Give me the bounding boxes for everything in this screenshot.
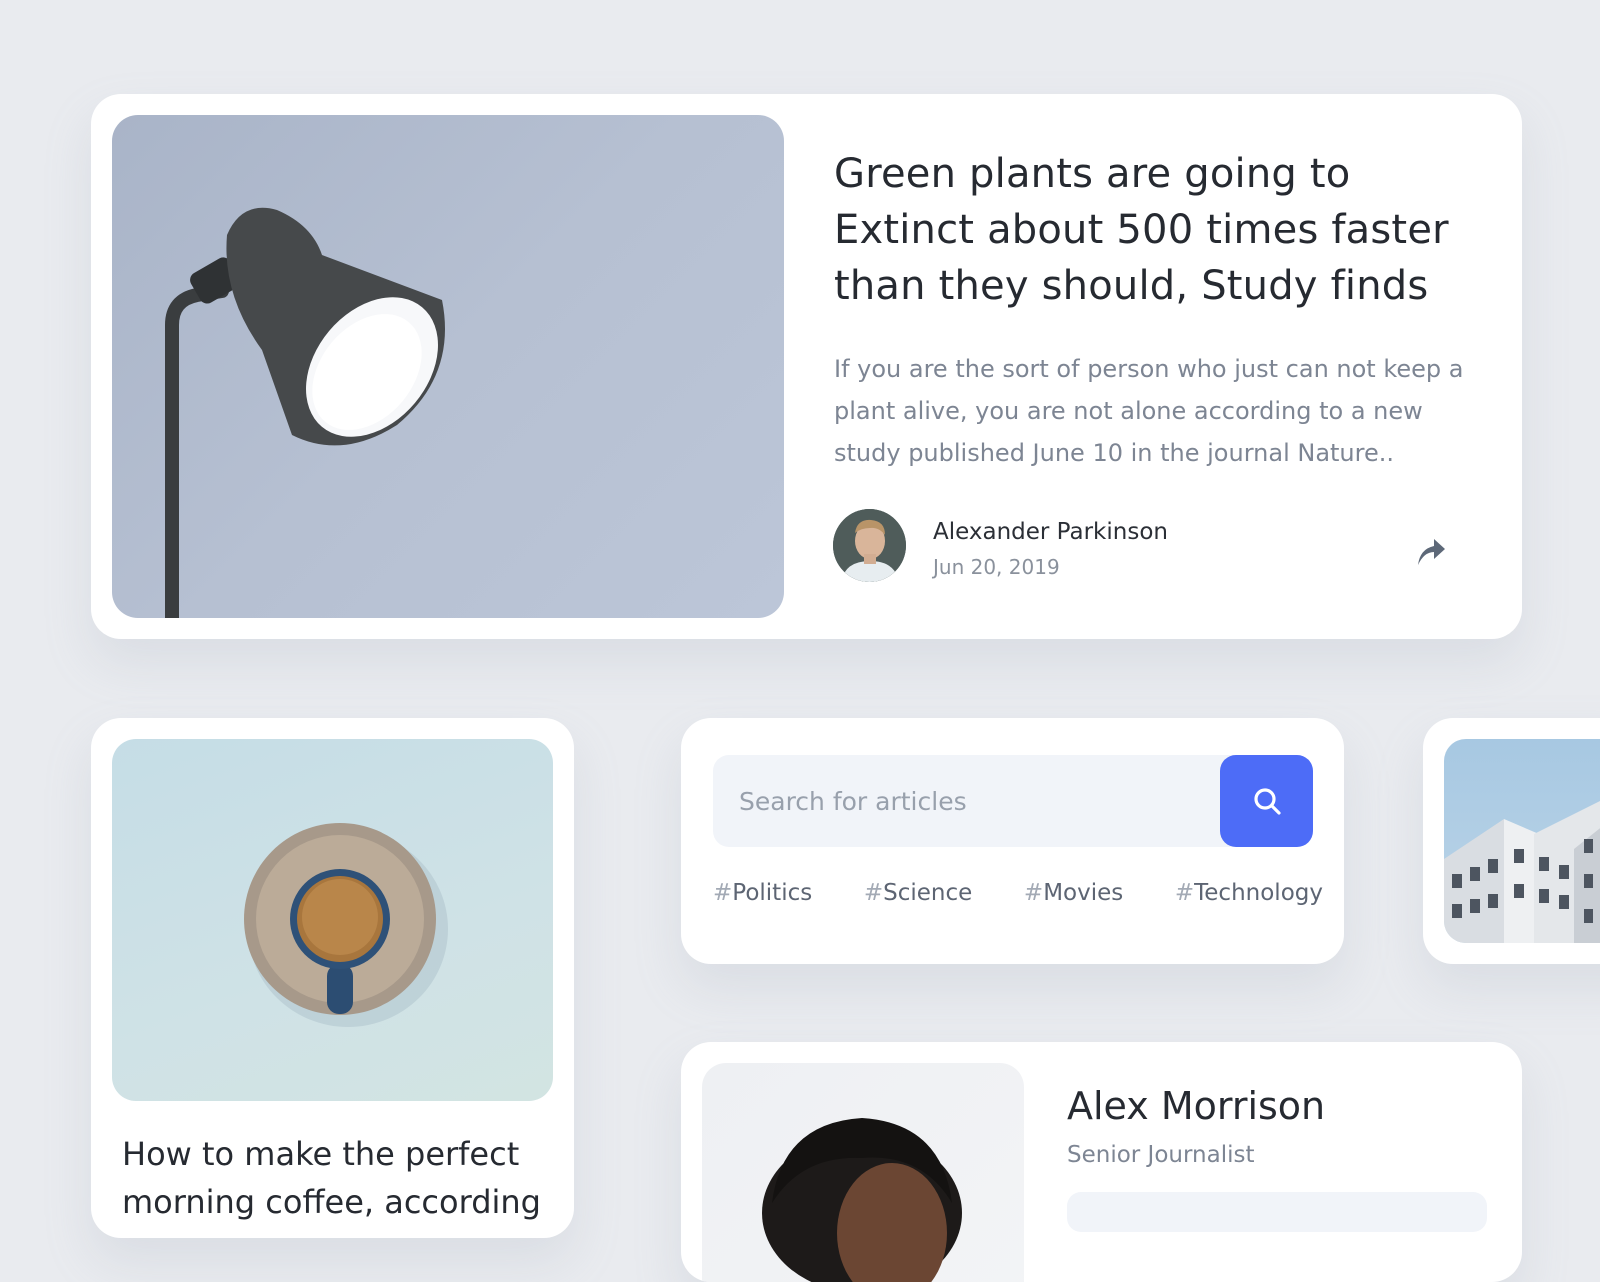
coffee-article-title[interactable]: How to make the perfect morning coffee, …	[122, 1130, 542, 1226]
tag-hash: #	[863, 880, 884, 906]
featured-article-content: Green plants are going to Extinct about …	[834, 146, 1474, 474]
featured-article-title[interactable]: Green plants are going to Extinct about …	[834, 146, 1474, 314]
share-button[interactable]	[1408, 529, 1452, 573]
tag-label: Technology	[1194, 880, 1323, 906]
search-card: #Politics #Science #Movies #Technology	[681, 718, 1344, 964]
search-box	[713, 755, 1313, 847]
profile-action-bar	[1067, 1192, 1487, 1232]
featured-article-excerpt: If you are the sort of person who just c…	[834, 355, 1464, 467]
author-avatar[interactable]	[833, 509, 906, 582]
journalist-name[interactable]: Alex Morrison	[1067, 1084, 1325, 1128]
search-button[interactable]	[1220, 755, 1313, 847]
publish-date: Jun 20, 2019	[933, 555, 1060, 579]
journalist-profile-card[interactable]: Alex Morrison Senior Journalist	[681, 1042, 1522, 1282]
author-row: Alexander Parkinson Jun 20, 2019	[833, 509, 1473, 589]
journalist-portrait-illustration	[762, 1118, 962, 1282]
tag-hash: #	[1023, 880, 1044, 906]
tag-list: #Politics #Science #Movies #Technology	[713, 880, 1323, 920]
tag-politics[interactable]: #Politics	[713, 880, 812, 920]
building-article-image	[1444, 739, 1600, 943]
coffee-article-card[interactable]: How to make the perfect morning coffee, …	[91, 718, 574, 1238]
search-input[interactable]	[713, 755, 1218, 847]
lamp-illustration	[165, 207, 445, 618]
tag-label: Science	[883, 880, 973, 906]
tag-label: Politics	[732, 880, 813, 906]
search-icon	[1253, 788, 1281, 815]
building-article-card[interactable]	[1423, 718, 1600, 964]
author-name[interactable]: Alexander Parkinson	[933, 519, 1168, 545]
coffee-cup-illustration	[244, 823, 448, 1027]
coffee-article-image	[112, 739, 553, 1101]
featured-article-card[interactable]: Green plants are going to Extinct about …	[91, 94, 1522, 639]
building-illustration	[1444, 801, 1600, 943]
tag-hash: #	[1174, 880, 1195, 906]
tag-label: Movies	[1043, 880, 1124, 906]
featured-article-image	[112, 115, 784, 618]
tag-hash: #	[713, 880, 733, 906]
journalist-role: Senior Journalist	[1067, 1142, 1255, 1168]
share-arrow-icon	[1418, 539, 1445, 565]
tag-science[interactable]: #Science	[864, 880, 972, 920]
author-avatar-image	[833, 509, 906, 582]
tag-movies[interactable]: #Movies	[1024, 880, 1123, 920]
journalist-photo	[702, 1063, 1024, 1282]
tag-technology[interactable]: #Technology	[1175, 880, 1323, 920]
